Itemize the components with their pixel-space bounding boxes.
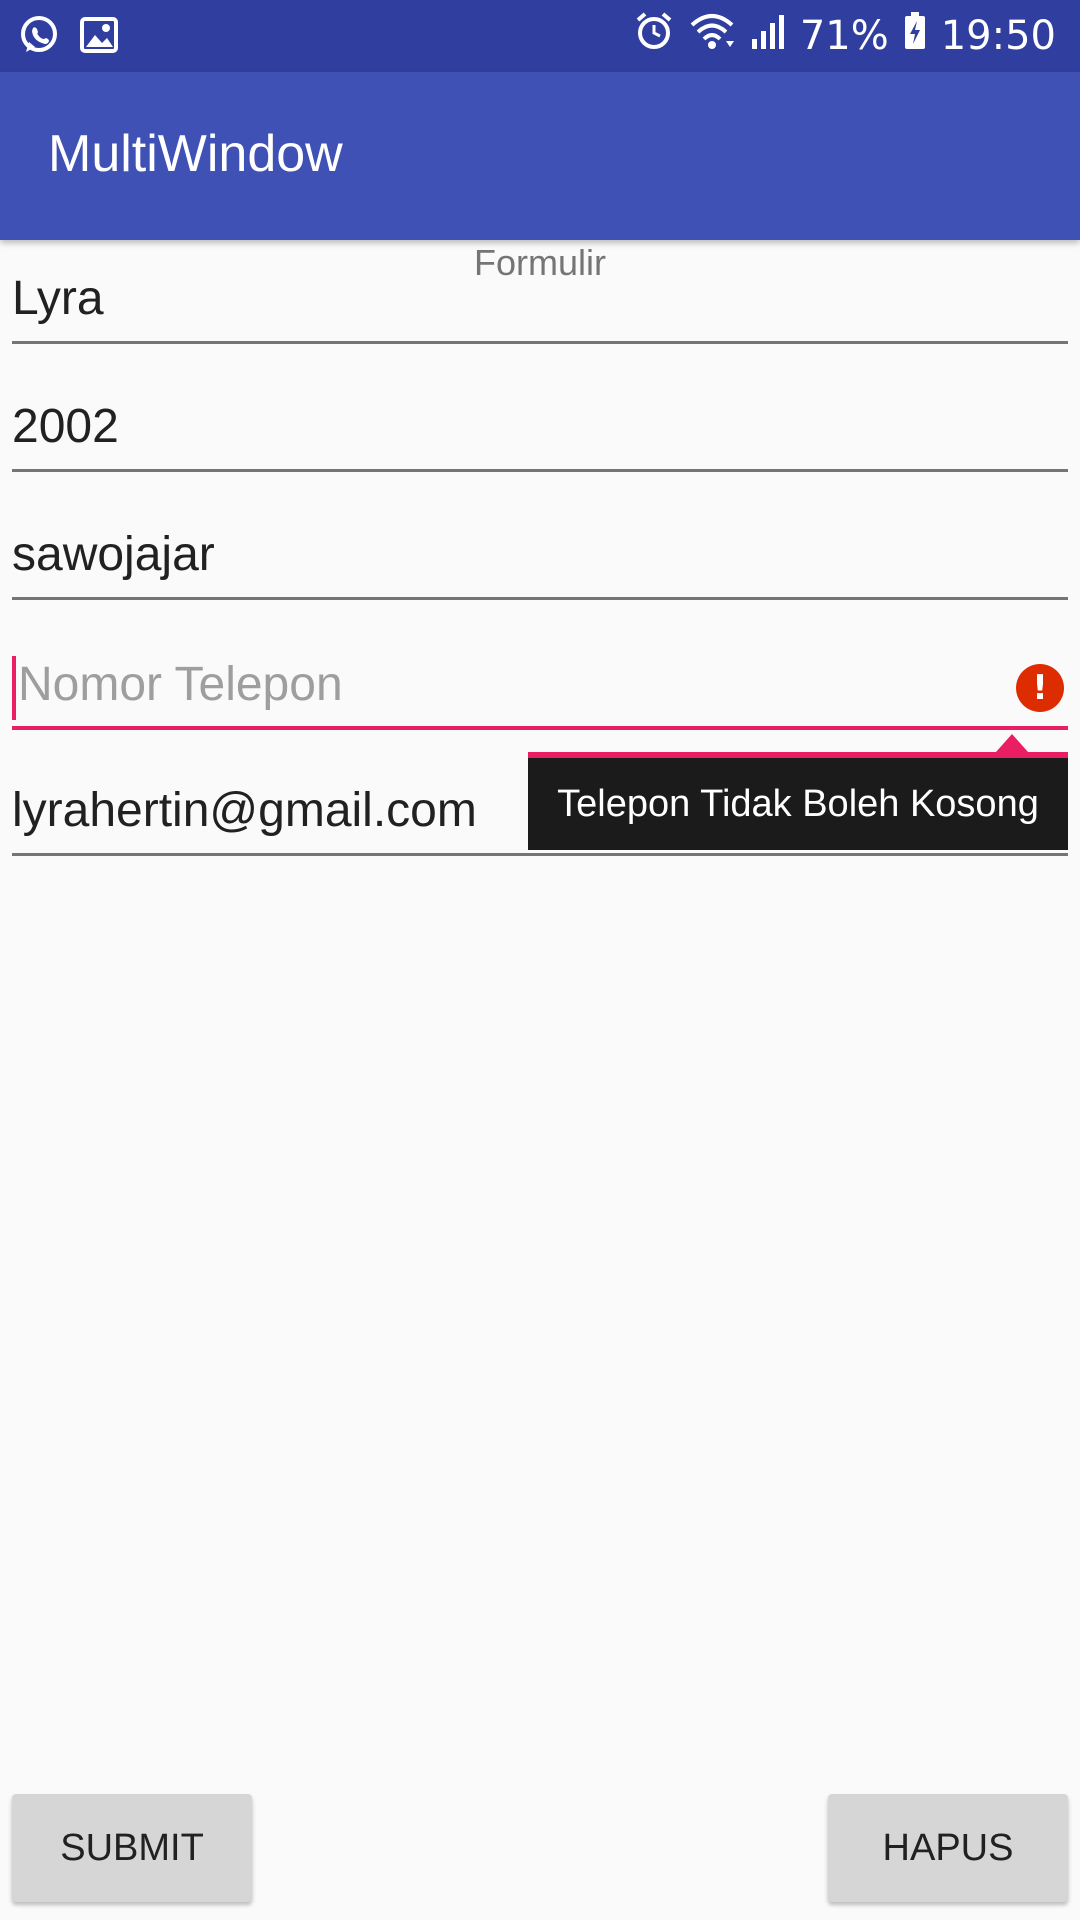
text-cursor <box>12 656 16 720</box>
email-field-value: lyrahertin@gmail.com <box>12 784 477 837</box>
phone-field-placeholder: Nomor Telepon <box>18 658 343 711</box>
battery-charging-icon <box>903 11 927 61</box>
clear-button[interactable]: HAPUS <box>828 1794 1068 1902</box>
battery-percent: 71% <box>799 13 889 59</box>
gallery-icon <box>80 17 118 57</box>
address-field-underline <box>12 597 1068 600</box>
year-field-underline <box>12 469 1068 472</box>
error-tooltip: Telepon Tidak Boleh Kosong <box>528 752 1068 850</box>
name-field-underline <box>12 341 1068 344</box>
notification-icons <box>18 14 118 60</box>
submit-button-label: SUBMIT <box>60 1826 204 1869</box>
system-status: 71% 19:50 <box>634 0 1056 72</box>
submit-button[interactable]: SUBMIT <box>12 1794 252 1902</box>
wifi-icon <box>688 11 736 61</box>
clock: 19:50 <box>940 13 1056 59</box>
address-field[interactable]: sawojajar <box>12 510 1068 600</box>
year-field[interactable]: 2002 <box>12 382 1068 472</box>
error-icon[interactable]: ! <box>1016 664 1064 712</box>
alarm-icon <box>634 11 674 61</box>
email-field-underline <box>12 853 1068 856</box>
error-tooltip-text: Telepon Tidak Boleh Kosong <box>557 782 1039 825</box>
clear-button-label: HAPUS <box>882 1826 1014 1869</box>
year-field-value: 2002 <box>12 400 119 453</box>
signal-icon <box>750 11 786 61</box>
app-title: MultiWindow <box>48 125 343 183</box>
app-bar: MultiWindow <box>0 72 1080 240</box>
whatsapp-icon <box>18 14 60 60</box>
error-tooltip-arrow <box>996 734 1028 752</box>
name-field[interactable]: Lyra <box>12 254 1068 344</box>
phone-field-underline <box>12 726 1068 730</box>
address-field-value: sawojajar <box>12 528 215 581</box>
name-field-value: Lyra <box>12 272 104 325</box>
status-bar: 71% 19:50 <box>0 0 1080 72</box>
phone-field[interactable]: Nomor Telepon ! <box>12 640 1068 730</box>
